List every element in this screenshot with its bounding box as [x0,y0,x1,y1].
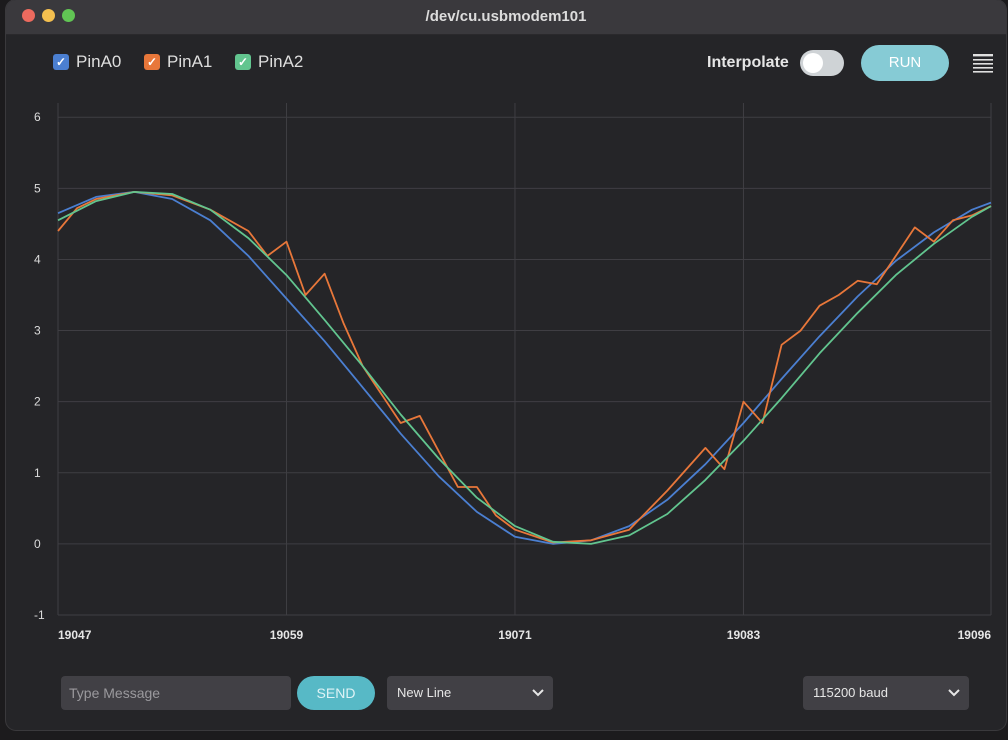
y-tick-label: 0 [34,537,41,551]
baud-rate-value: 115200 baud [813,685,888,700]
y-tick-label: 4 [34,252,41,266]
send-bar: SEND New Line 115200 baud [6,672,1006,722]
y-tick-label: 5 [34,181,41,195]
line-ending-value: New Line [397,685,452,700]
line-ending-select[interactable]: New Line [387,676,553,710]
plot-area: 6 5 4 3 2 1 0 -1 19047 19059 19071 19083 19096 [34,103,992,642]
chevron-down-icon [532,689,544,697]
series-line-pina1 [57,190,992,544]
message-input[interactable] [61,676,291,710]
x-tick-label: 19047 [58,628,92,642]
y-tick-label: 6 [34,110,41,124]
y-tick-label: 3 [34,324,41,338]
x-tick-label: 19059 [270,628,304,642]
baud-rate-select[interactable]: 115200 baud [803,676,969,710]
series-line-pina2 [57,190,992,545]
send-button[interactable]: SEND [297,676,375,710]
x-tick-label: 19096 [958,628,992,642]
serial-plotter-window: /dev/cu.usbmodem101 ✓ PinA0 ✓ PinA1 ✓ Pi… [6,0,1006,730]
y-tick-label: 2 [34,395,41,409]
y-tick-label: -1 [34,608,45,622]
x-tick-label: 19083 [727,628,761,642]
series-line-pina0 [57,190,992,545]
y-tick-label: 1 [34,466,41,480]
x-tick-label: 19071 [498,628,532,642]
chevron-down-icon [948,689,960,697]
